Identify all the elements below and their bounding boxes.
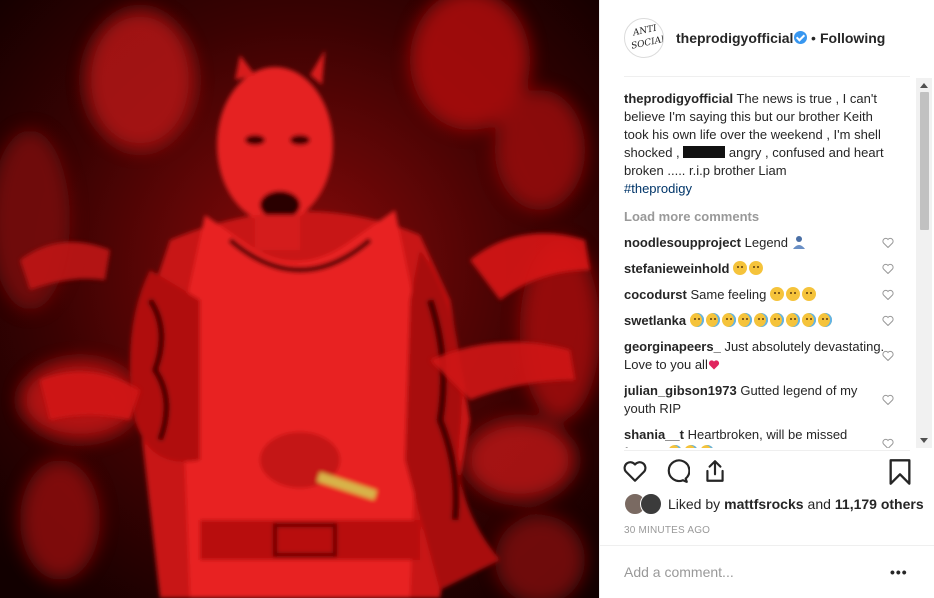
like-comment-heart-icon[interactable] [882, 315, 894, 326]
comment-username[interactable]: julian_gibson1973 [624, 383, 737, 398]
like-comment-heart-icon[interactable] [882, 237, 894, 248]
person-icon [792, 236, 805, 249]
crying-face-icon [721, 313, 736, 327]
header-divider [624, 76, 910, 77]
crying-face-icon [801, 313, 816, 327]
comment-item: noodlesoupproject Legend [624, 234, 894, 252]
sad-face-icon [749, 261, 764, 275]
comments-scrollbar[interactable] [916, 78, 932, 448]
comment-item: swetlanka [624, 312, 894, 330]
comment-item: shania__t Heartbroken, will be missed fo… [624, 426, 894, 448]
comment-username[interactable]: shania__t [624, 427, 684, 442]
crying-face-icon [769, 313, 784, 327]
comment-text: Legend [744, 235, 789, 250]
like-comment-heart-icon[interactable] [882, 394, 894, 405]
header-username[interactable]: theprodigyofficial [676, 30, 793, 46]
post-actions [622, 458, 912, 488]
crying-face-icon [785, 313, 800, 327]
share-icon[interactable] [702, 458, 728, 484]
comment-item: georginapeers_ Just absolutely devastati… [624, 338, 894, 374]
verified-badge-icon [794, 31, 807, 44]
scroll-down-arrow-icon[interactable] [920, 438, 928, 443]
like-heart-icon[interactable] [622, 458, 648, 484]
sad-face-icon [801, 287, 816, 301]
header-dot: • [811, 30, 816, 46]
likes-count[interactable]: 11,179 others [835, 496, 924, 512]
comment-bubble-icon[interactable] [664, 458, 690, 484]
scroll-up-arrow-icon[interactable] [920, 83, 928, 88]
liker-avatar [640, 493, 662, 515]
comment-username[interactable]: georginapeers_ [624, 339, 721, 354]
comment-input-divider [600, 545, 934, 546]
following-button[interactable]: Following [820, 30, 885, 46]
actions-divider [624, 450, 910, 451]
red-heart-icon [716, 447, 728, 448]
liked-by-label: Liked by [668, 496, 721, 512]
comment-item: julian_gibson1973 Gutted legend of my yo… [624, 382, 894, 418]
scrollbar-thumb[interactable] [920, 92, 929, 230]
comments-list[interactable]: theprodigyofficial The news is true , I … [624, 90, 914, 448]
comment-username[interactable]: cocodurst [624, 287, 687, 302]
red-heart-icon [730, 447, 742, 448]
liked-by-user[interactable]: mattfsrocks [724, 496, 803, 512]
comment-item: stefanieweinhold [624, 260, 894, 278]
comment-text: Same feeling [690, 287, 767, 302]
post-photo-image [0, 0, 599, 598]
like-comment-heart-icon[interactable] [882, 263, 894, 274]
comment-username[interactable]: stefanieweinhold [624, 261, 729, 276]
load-more-comments-button[interactable]: Load more comments [624, 208, 914, 226]
likes-row: Liked by mattfsrocks and 11,179 others [624, 492, 924, 516]
crying-face-icon [817, 313, 832, 327]
crying-face-icon [737, 313, 752, 327]
comment-username[interactable]: noodlesoupproject [624, 235, 741, 250]
post-timestamp[interactable]: 30 MINUTES AGO [624, 525, 710, 536]
bookmark-icon[interactable] [888, 458, 912, 486]
more-options-button[interactable]: ••• [890, 564, 908, 580]
crying-face-icon [753, 313, 768, 327]
comment-item: cocodurst Same feeling [624, 286, 894, 304]
like-comment-heart-icon[interactable] [882, 350, 894, 361]
post-caption: theprodigyofficial The news is true , I … [624, 90, 894, 198]
add-comment-input[interactable]: Add a comment... [624, 564, 734, 580]
redacted-word [683, 146, 726, 158]
comment-username[interactable]: swetlanka [624, 313, 686, 328]
frown-face-icon [733, 261, 748, 275]
caption-hashtag[interactable]: #theprodigy [624, 181, 692, 196]
crying-face-icon [684, 445, 699, 448]
sad-face-icon [769, 287, 784, 301]
crying-face-icon [700, 445, 715, 448]
crying-face-icon [689, 313, 704, 327]
profile-avatar[interactable]: ANTI SOCIAL [624, 18, 664, 58]
post-side-panel: ANTI SOCIAL theprodigyofficial • Followi… [599, 0, 934, 598]
red-heart-icon [744, 447, 756, 448]
caption-username[interactable]: theprodigyofficial [624, 91, 733, 106]
crying-face-icon [668, 445, 683, 448]
crying-face-icon [705, 313, 720, 327]
like-comment-heart-icon[interactable] [882, 438, 894, 448]
liked-by-and: and [807, 496, 831, 512]
red-heart-icon [708, 360, 719, 370]
like-comment-heart-icon[interactable] [882, 289, 894, 300]
sad-face-icon [785, 287, 800, 301]
post-photo[interactable] [0, 0, 599, 598]
